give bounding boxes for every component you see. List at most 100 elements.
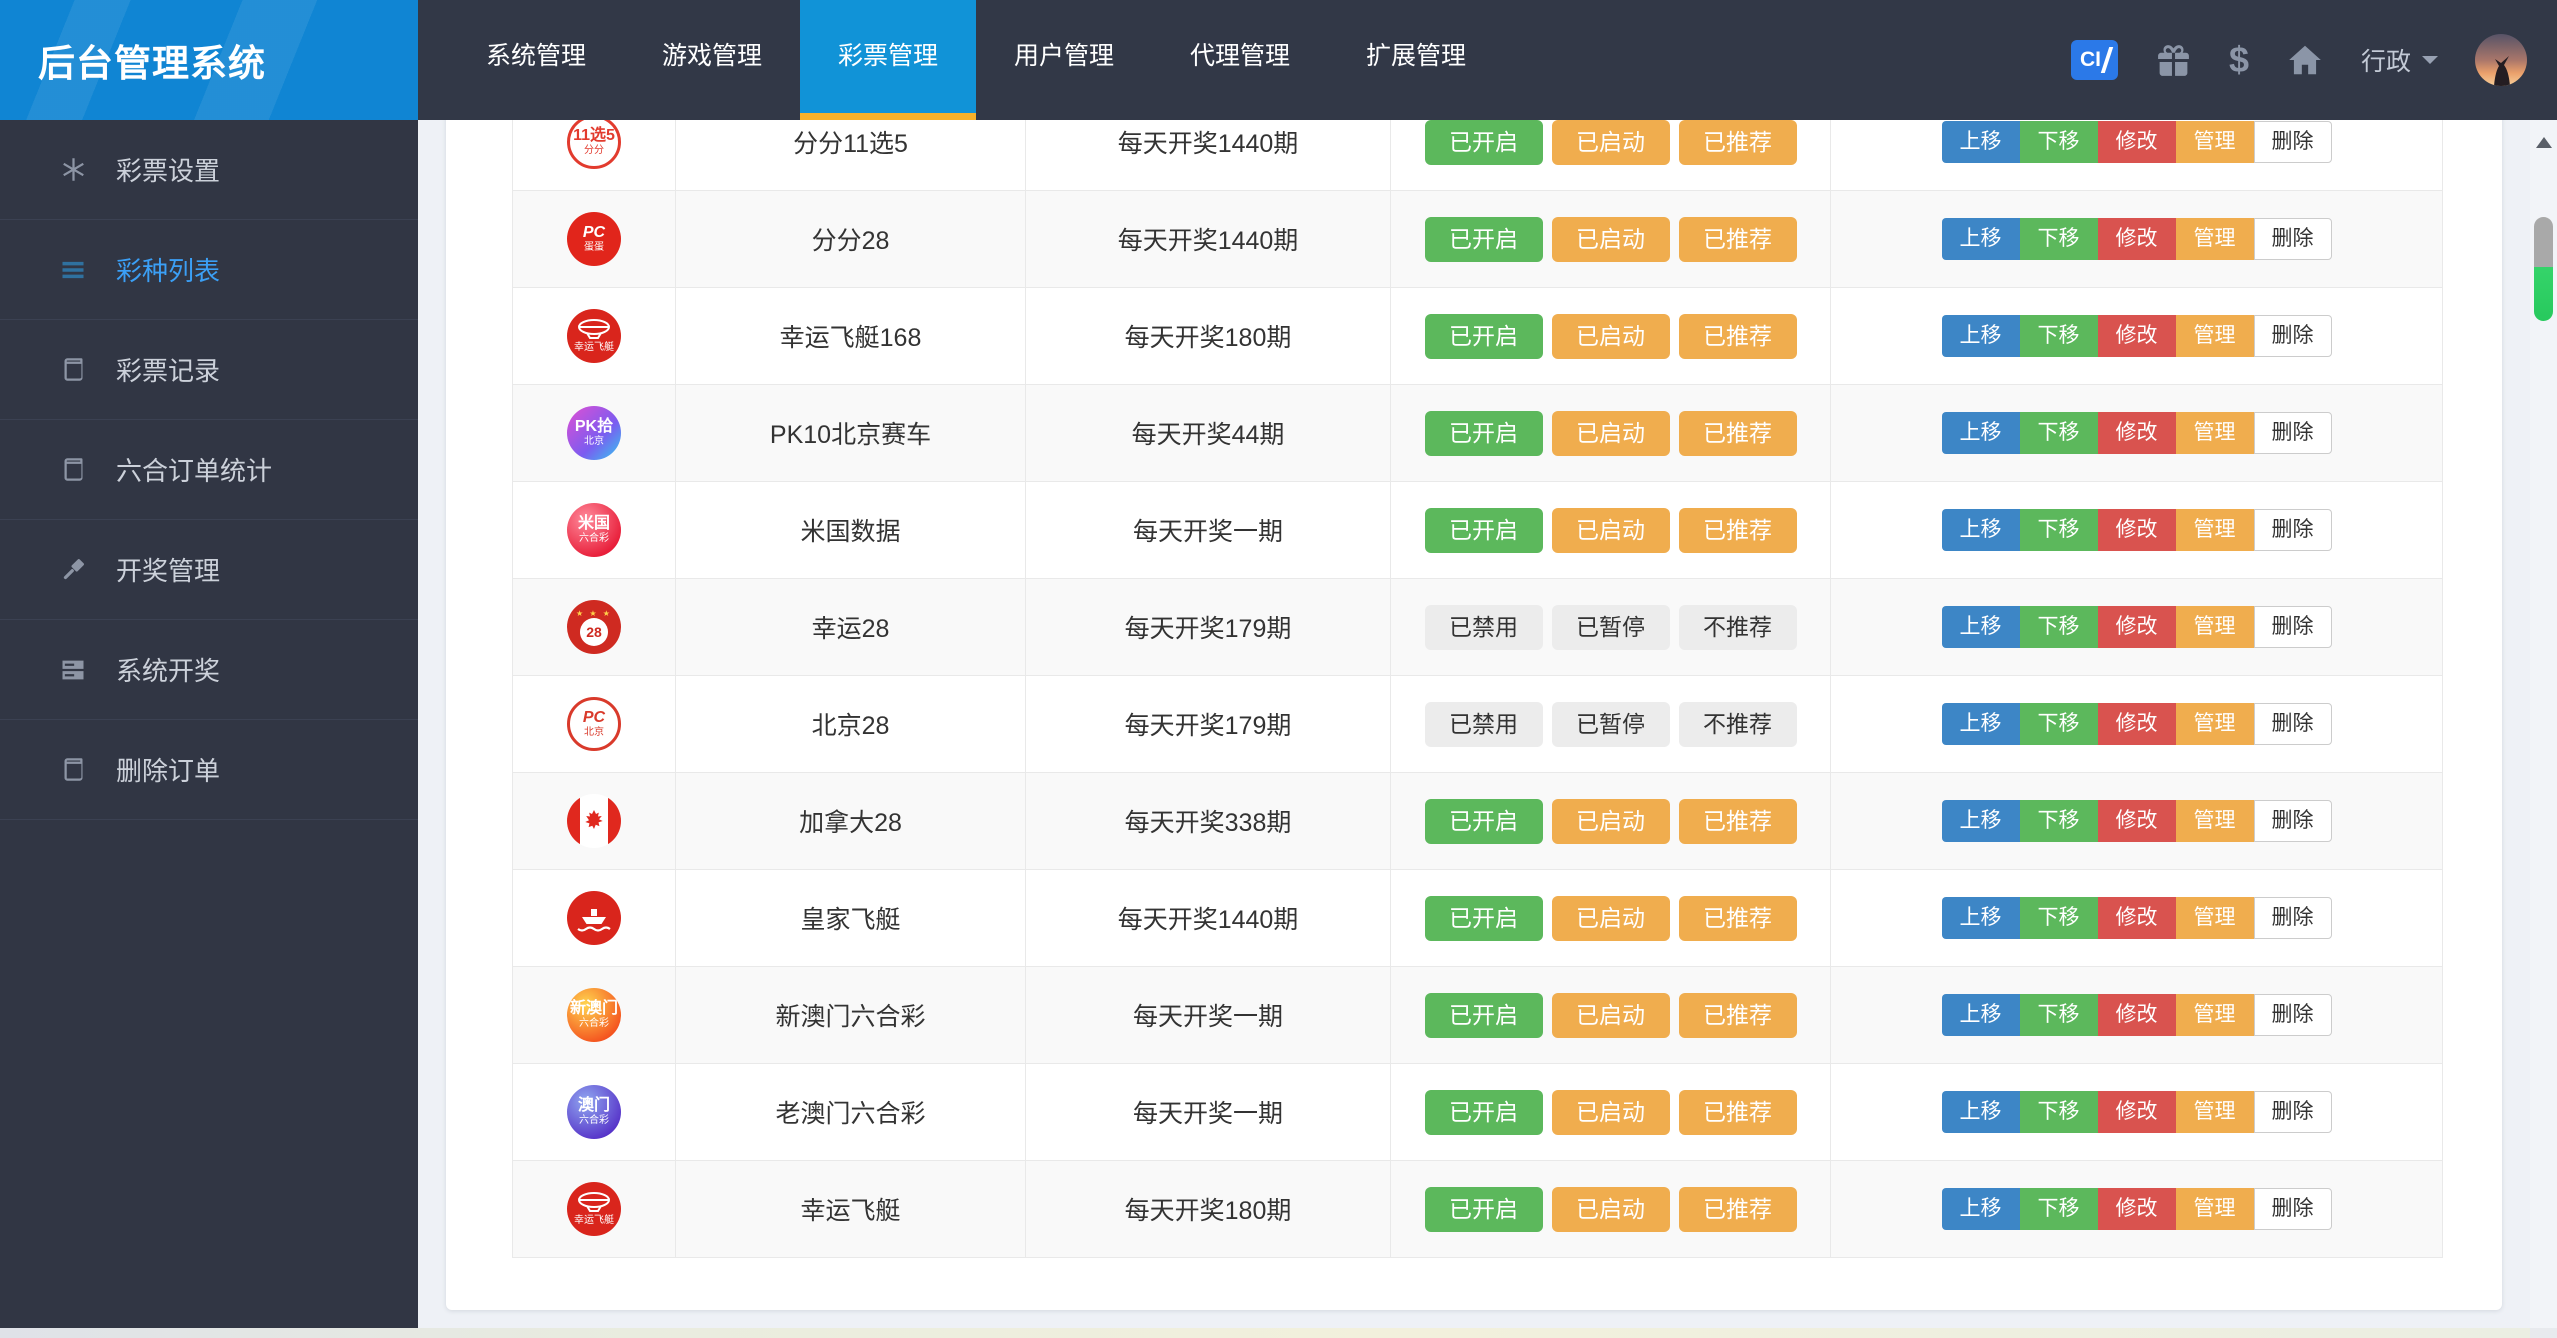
status-badge[interactable]: 已启动	[1551, 410, 1670, 456]
action-move-down-button[interactable]: 下移	[2019, 509, 2098, 551]
action-manage-button[interactable]: 管理	[2175, 218, 2254, 260]
action-edit-button[interactable]: 修改	[2097, 800, 2176, 842]
status-badge[interactable]: 已启动	[1551, 798, 1670, 844]
status-badge[interactable]: 已开启	[1424, 507, 1543, 553]
action-edit-button[interactable]: 修改	[2097, 994, 2176, 1036]
action-move-down-button[interactable]: 下移	[2019, 315, 2098, 357]
action-edit-button[interactable]: 修改	[2097, 509, 2176, 551]
action-move-down-button[interactable]: 下移	[2019, 121, 2098, 163]
sidebar-item-delete-orders[interactable]: 删除订单	[0, 720, 418, 820]
status-badge[interactable]: 已禁用	[1424, 701, 1543, 747]
action-edit-button[interactable]: 修改	[2097, 1188, 2176, 1230]
status-badge[interactable]: 已开启	[1424, 1089, 1543, 1135]
action-move-up-button[interactable]: 上移	[1941, 315, 2020, 357]
avatar[interactable]	[2475, 34, 2527, 86]
sidebar-item-liuhe-order-stats[interactable]: 六合订单统计	[0, 420, 418, 520]
action-manage-button[interactable]: 管理	[2175, 897, 2254, 939]
status-badge[interactable]: 已开启	[1424, 313, 1543, 359]
action-edit-button[interactable]: 修改	[2097, 606, 2176, 648]
tab-user-management[interactable]: 用户管理	[976, 0, 1152, 120]
status-badge[interactable]: 已推荐	[1678, 895, 1797, 941]
action-move-up-button[interactable]: 上移	[1941, 703, 2020, 745]
action-move-down-button[interactable]: 下移	[2019, 218, 2098, 260]
status-badge[interactable]: 不推荐	[1678, 701, 1797, 747]
tab-lottery-management[interactable]: 彩票管理	[800, 0, 976, 120]
status-badge[interactable]: 已启动	[1551, 1089, 1670, 1135]
sidebar-item-lottery-settings[interactable]: 彩票设置	[0, 120, 418, 220]
action-edit-button[interactable]: 修改	[2097, 218, 2176, 260]
status-badge[interactable]: 已推荐	[1678, 313, 1797, 359]
sidebar-item-system-draw[interactable]: 系统开奖	[0, 620, 418, 720]
user-menu[interactable]: 行政	[2361, 42, 2438, 78]
status-badge[interactable]: 已启动	[1551, 895, 1670, 941]
status-badge[interactable]: 已启动	[1551, 992, 1670, 1038]
status-badge[interactable]: 已推荐	[1678, 798, 1797, 844]
status-badge[interactable]: 已暂停	[1551, 604, 1670, 650]
action-move-up-button[interactable]: 上移	[1941, 509, 2020, 551]
action-edit-button[interactable]: 修改	[2097, 1091, 2176, 1133]
action-manage-button[interactable]: 管理	[2175, 703, 2254, 745]
horizontal-scrollbar[interactable]	[0, 1328, 2530, 1338]
status-badge[interactable]: 已开启	[1424, 895, 1543, 941]
action-delete-button[interactable]: 删除	[2253, 606, 2332, 648]
status-badge[interactable]: 已启动	[1551, 216, 1670, 262]
status-badge[interactable]: 已启动	[1551, 507, 1670, 553]
tab-extension-management[interactable]: 扩展管理	[1328, 0, 1504, 120]
action-delete-button[interactable]: 删除	[2253, 1188, 2332, 1230]
action-edit-button[interactable]: 修改	[2097, 703, 2176, 745]
action-delete-button[interactable]: 删除	[2253, 218, 2332, 260]
action-delete-button[interactable]: 删除	[2253, 412, 2332, 454]
action-delete-button[interactable]: 删除	[2253, 800, 2332, 842]
action-manage-button[interactable]: 管理	[2175, 412, 2254, 454]
home-icon[interactable]	[2286, 41, 2324, 79]
action-manage-button[interactable]: 管理	[2175, 994, 2254, 1036]
action-manage-button[interactable]: 管理	[2175, 315, 2254, 357]
status-badge[interactable]: 已推荐	[1678, 119, 1797, 165]
tab-system-management[interactable]: 系统管理	[448, 0, 624, 120]
tab-game-management[interactable]: 游戏管理	[624, 0, 800, 120]
action-manage-button[interactable]: 管理	[2175, 509, 2254, 551]
sidebar-item-lottery-records[interactable]: 彩票记录	[0, 320, 418, 420]
action-edit-button[interactable]: 修改	[2097, 121, 2176, 163]
status-badge[interactable]: 已禁用	[1424, 604, 1543, 650]
action-move-down-button[interactable]: 下移	[2019, 1091, 2098, 1133]
action-manage-button[interactable]: 管理	[2175, 1091, 2254, 1133]
status-badge[interactable]: 已推荐	[1678, 1089, 1797, 1135]
status-badge[interactable]: 已启动	[1551, 313, 1670, 359]
action-move-up-button[interactable]: 上移	[1941, 1091, 2020, 1133]
action-move-down-button[interactable]: 下移	[2019, 606, 2098, 648]
action-move-up-button[interactable]: 上移	[1941, 412, 2020, 454]
action-move-up-button[interactable]: 上移	[1941, 1188, 2020, 1230]
status-badge[interactable]: 已推荐	[1678, 216, 1797, 262]
action-move-up-button[interactable]: 上移	[1941, 121, 2020, 163]
action-delete-button[interactable]: 删除	[2253, 897, 2332, 939]
status-badge[interactable]: 已暂停	[1551, 701, 1670, 747]
action-move-up-button[interactable]: 上移	[1941, 606, 2020, 648]
action-move-up-button[interactable]: 上移	[1941, 994, 2020, 1036]
action-manage-button[interactable]: 管理	[2175, 606, 2254, 648]
action-edit-button[interactable]: 修改	[2097, 897, 2176, 939]
action-move-down-button[interactable]: 下移	[2019, 412, 2098, 454]
action-edit-button[interactable]: 修改	[2097, 315, 2176, 357]
action-move-up-button[interactable]: 上移	[1941, 800, 2020, 842]
status-badge[interactable]: 已推荐	[1678, 410, 1797, 456]
gift-icon[interactable]	[2155, 42, 2192, 79]
action-edit-button[interactable]: 修改	[2097, 412, 2176, 454]
action-delete-button[interactable]: 删除	[2253, 703, 2332, 745]
vertical-scrollbar[interactable]	[2530, 120, 2557, 1338]
action-move-down-button[interactable]: 下移	[2019, 1188, 2098, 1230]
action-move-up-button[interactable]: 上移	[1941, 897, 2020, 939]
action-move-down-button[interactable]: 下移	[2019, 994, 2098, 1036]
status-badge[interactable]: 已推荐	[1678, 507, 1797, 553]
status-badge[interactable]: 已开启	[1424, 798, 1543, 844]
action-delete-button[interactable]: 删除	[2253, 121, 2332, 163]
status-badge[interactable]: 已推荐	[1678, 992, 1797, 1038]
status-badge[interactable]: 已启动	[1551, 1186, 1670, 1232]
status-badge[interactable]: 不推荐	[1678, 604, 1797, 650]
status-badge[interactable]: 已开启	[1424, 119, 1543, 165]
action-move-down-button[interactable]: 下移	[2019, 897, 2098, 939]
status-badge[interactable]: 已开启	[1424, 216, 1543, 262]
status-badge[interactable]: 已启动	[1551, 119, 1670, 165]
action-delete-button[interactable]: 删除	[2253, 509, 2332, 551]
tab-agent-management[interactable]: 代理管理	[1152, 0, 1328, 120]
